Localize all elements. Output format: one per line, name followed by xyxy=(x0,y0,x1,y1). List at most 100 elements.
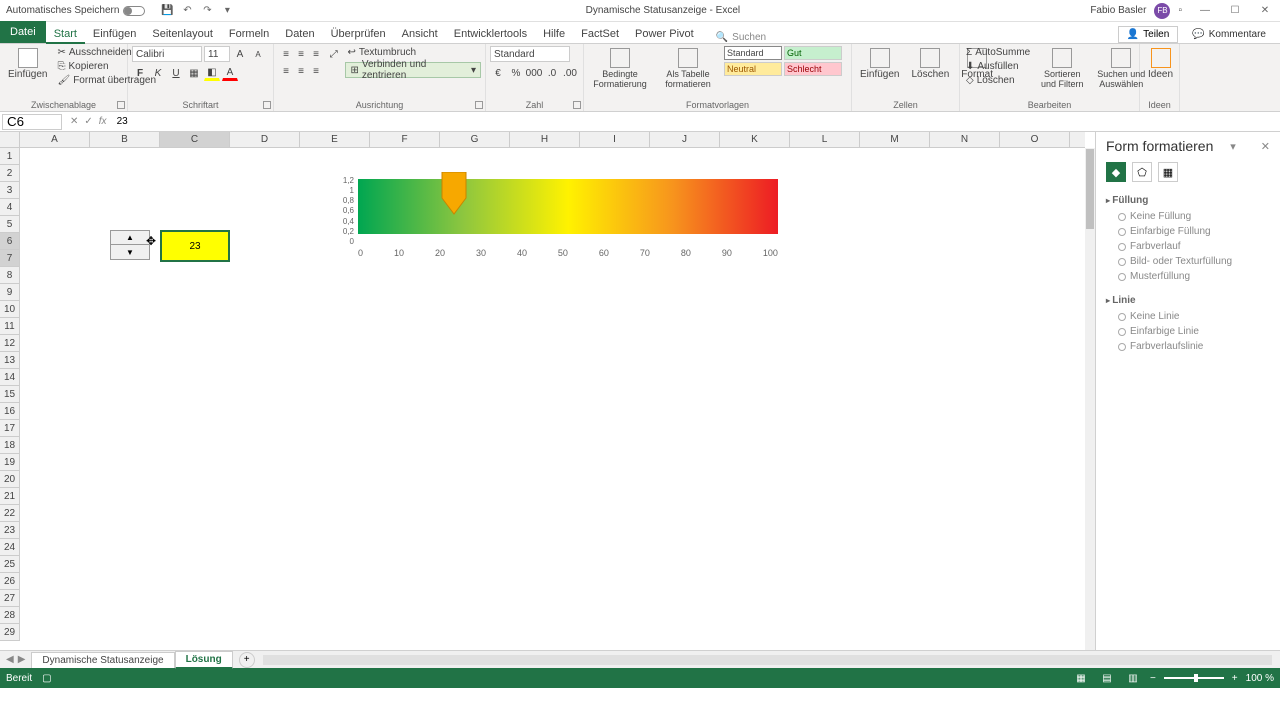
tab-seitenlayout[interactable]: Seitenlayout xyxy=(144,25,221,43)
ideas-button[interactable]: Ideen xyxy=(1144,46,1177,82)
fill-button[interactable]: ⬇Ausfüllen xyxy=(964,60,1032,73)
col-header-n[interactable]: N xyxy=(930,132,1000,147)
row-header-4[interactable]: 4 xyxy=(0,199,19,216)
spinner-down-button[interactable]: ▼ xyxy=(111,245,149,259)
align-right-icon[interactable]: ≡ xyxy=(308,63,324,79)
col-header-k[interactable]: K xyxy=(720,132,790,147)
merge-center-button[interactable]: ⊞Verbinden und zentrieren▾ xyxy=(345,62,481,78)
col-header-o[interactable]: O xyxy=(1000,132,1070,147)
align-top-icon[interactable]: ≡ xyxy=(278,46,294,62)
col-header-j[interactable]: J xyxy=(650,132,720,147)
vertical-scrollbar[interactable] xyxy=(1085,148,1095,650)
row-header-17[interactable]: 17 xyxy=(0,420,19,437)
col-header-c[interactable]: C xyxy=(160,132,230,147)
align-bottom-icon[interactable]: ≡ xyxy=(308,46,324,62)
undo-icon[interactable]: ↶ xyxy=(181,5,193,17)
row-header-1[interactable]: 1 xyxy=(0,148,19,165)
col-header-f[interactable]: F xyxy=(370,132,440,147)
tab-einfuegen[interactable]: Einfügen xyxy=(85,25,144,43)
search-box[interactable]: 🔍 Suchen xyxy=(716,32,766,43)
row-header-2[interactable]: 2 xyxy=(0,165,19,182)
fill-section-title[interactable]: Füllung xyxy=(1106,192,1270,209)
close-button[interactable]: ✕ xyxy=(1250,0,1280,22)
font-launcher[interactable] xyxy=(263,101,271,109)
align-center-icon[interactable]: ≡ xyxy=(293,63,309,79)
style-schlecht[interactable]: Schlecht xyxy=(784,62,842,76)
spinner-control[interactable]: ▲ ▼ xyxy=(110,230,150,260)
save-icon[interactable]: 💾 xyxy=(161,5,173,17)
zoom-slider[interactable] xyxy=(1164,677,1224,679)
row-header-26[interactable]: 26 xyxy=(0,573,19,590)
increase-decimal-icon[interactable]: .0 xyxy=(544,65,560,81)
fill-option-gradient[interactable]: Farbverlauf xyxy=(1106,239,1270,254)
tab-entwicklertools[interactable]: Entwicklertools xyxy=(446,25,535,43)
col-header-b[interactable]: B xyxy=(90,132,160,147)
number-launcher[interactable] xyxy=(573,101,581,109)
macro-record-icon[interactable]: ▢ xyxy=(42,673,51,684)
row-header-7[interactable]: 7 xyxy=(0,250,19,267)
zoom-in-icon[interactable]: + xyxy=(1232,673,1238,684)
row-header-20[interactable]: 20 xyxy=(0,471,19,488)
col-header-i[interactable]: I xyxy=(580,132,650,147)
next-sheet-icon[interactable]: ▶ xyxy=(18,654,26,665)
row-header-27[interactable]: 27 xyxy=(0,590,19,607)
tab-factset[interactable]: FactSet xyxy=(573,25,627,43)
row-header-16[interactable]: 16 xyxy=(0,403,19,420)
font-color-button[interactable]: A xyxy=(222,65,238,81)
row-header-10[interactable]: 10 xyxy=(0,301,19,318)
format-table-button[interactable]: Als Tabelle formatieren xyxy=(656,46,720,91)
italic-button[interactable]: K xyxy=(150,65,166,81)
tab-start[interactable]: Start xyxy=(46,25,85,43)
clear-button[interactable]: ◇Löschen xyxy=(964,74,1032,87)
comma-icon[interactable]: 000 xyxy=(526,65,542,81)
line-option-solid[interactable]: Einfarbige Linie xyxy=(1106,324,1270,339)
font-name-combo[interactable]: Calibri xyxy=(132,46,202,62)
style-gut[interactable]: Gut xyxy=(784,46,842,60)
border-button[interactable]: ▦ xyxy=(186,65,202,81)
row-header-21[interactable]: 21 xyxy=(0,488,19,505)
align-middle-icon[interactable]: ≡ xyxy=(293,46,309,62)
row-header-13[interactable]: 13 xyxy=(0,352,19,369)
row-header-28[interactable]: 28 xyxy=(0,607,19,624)
insert-cells-button[interactable]: Einfügen xyxy=(856,46,903,82)
prev-sheet-icon[interactable]: ◀ xyxy=(6,654,14,665)
sheet-tab-1[interactable]: Dynamische Statusanzeige xyxy=(31,652,174,668)
page-break-view-icon[interactable]: ▥ xyxy=(1124,671,1142,685)
fill-option-none[interactable]: Keine Füllung xyxy=(1106,209,1270,224)
row-header-29[interactable]: 29 xyxy=(0,624,19,641)
row-header-6[interactable]: 6 xyxy=(0,233,19,250)
row-header-3[interactable]: 3 xyxy=(0,182,19,199)
row-header-11[interactable]: 11 xyxy=(0,318,19,335)
share-button[interactable]: 👤Teilen xyxy=(1118,26,1179,43)
row-header-23[interactable]: 23 xyxy=(0,522,19,539)
user-avatar[interactable]: FB xyxy=(1154,3,1170,19)
tab-formeln[interactable]: Formeln xyxy=(221,25,277,43)
normal-view-icon[interactable]: ▦ xyxy=(1072,671,1090,685)
ribbon-display-icon[interactable]: ▫ xyxy=(1178,5,1182,16)
minimize-button[interactable]: — xyxy=(1190,0,1220,22)
clipboard-launcher[interactable] xyxy=(117,101,125,109)
comments-button[interactable]: 💬Kommentare xyxy=(1184,27,1274,42)
row-header-25[interactable]: 25 xyxy=(0,556,19,573)
style-standard[interactable]: Standard xyxy=(724,46,782,60)
row-header-14[interactable]: 14 xyxy=(0,369,19,386)
maximize-button[interactable]: ☐ xyxy=(1220,0,1250,22)
alignment-launcher[interactable] xyxy=(475,101,483,109)
underline-button[interactable]: U xyxy=(168,65,184,81)
paste-button[interactable]: Einfügen xyxy=(4,46,51,82)
currency-icon[interactable]: € xyxy=(490,65,506,81)
file-tab[interactable]: Datei xyxy=(0,21,46,43)
cancel-formula-icon[interactable]: ✕ xyxy=(70,116,78,127)
line-option-gradient[interactable]: Farbverlaufslinie xyxy=(1106,339,1270,354)
page-layout-view-icon[interactable]: ▤ xyxy=(1098,671,1116,685)
row-header-8[interactable]: 8 xyxy=(0,267,19,284)
sort-filter-button[interactable]: Sortieren und Filtern xyxy=(1036,46,1088,91)
wrap-text-button[interactable]: ↩Textumbruch xyxy=(345,46,481,59)
col-header-m[interactable]: M xyxy=(860,132,930,147)
spinner-up-button[interactable]: ▲ xyxy=(111,231,149,245)
row-header-18[interactable]: 18 xyxy=(0,437,19,454)
percent-icon[interactable]: % xyxy=(508,65,524,81)
autosave-toggle[interactable]: Automatisches Speichern xyxy=(0,5,151,16)
col-header-d[interactable]: D xyxy=(230,132,300,147)
scroll-thumb[interactable] xyxy=(1086,149,1094,229)
